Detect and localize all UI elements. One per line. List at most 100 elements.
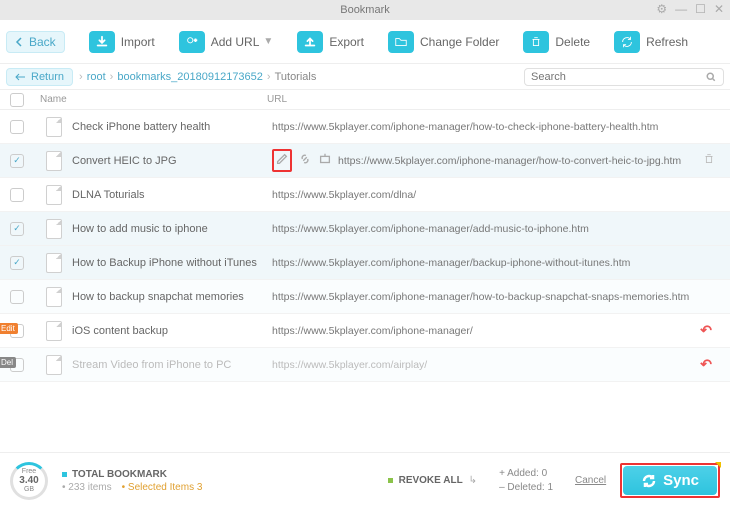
file-icon bbox=[46, 219, 62, 239]
minimize-icon[interactable]: — bbox=[675, 2, 687, 16]
maximize-icon[interactable]: ☐ bbox=[695, 2, 706, 16]
table-row[interactable]: Edit iOS content backup https://www.5kpl… bbox=[0, 314, 730, 348]
table-header: Name URL bbox=[0, 90, 730, 110]
row-name: Check iPhone battery health bbox=[72, 121, 272, 133]
add-url-label: Add URL bbox=[211, 35, 260, 49]
revoke-all-button[interactable]: REVOKE ALL ↳ bbox=[388, 475, 477, 486]
breadcrumb-current: Tutorials bbox=[275, 71, 317, 83]
table-row[interactable]: Check iPhone battery health https://www.… bbox=[0, 110, 730, 144]
row-badge: Edit bbox=[0, 323, 18, 334]
file-icon bbox=[46, 321, 62, 341]
row-checkbox[interactable] bbox=[10, 188, 24, 202]
folder-icon bbox=[388, 31, 414, 53]
row-checkbox[interactable] bbox=[10, 256, 24, 270]
sync-icon bbox=[641, 473, 657, 489]
breadcrumb-folder[interactable]: bookmarks_20180912173652 bbox=[117, 71, 263, 83]
table-row[interactable]: DLNA Toturials https://www.5kplayer.com/… bbox=[0, 178, 730, 212]
table-body: Check iPhone battery health https://www.… bbox=[0, 110, 730, 382]
row-name: iOS content backup bbox=[72, 325, 272, 337]
row-actions bbox=[272, 149, 332, 172]
export-icon bbox=[297, 31, 323, 53]
move-icon[interactable] bbox=[318, 152, 332, 169]
return-button[interactable]: Return bbox=[6, 68, 73, 86]
change-folder-label: Change Folder bbox=[420, 35, 499, 49]
row-name: Stream Video from iPhone to PC bbox=[72, 359, 272, 371]
table-row[interactable]: Del Stream Video from iPhone to PC https… bbox=[0, 348, 730, 382]
row-checkbox[interactable] bbox=[10, 222, 24, 236]
column-url[interactable]: URL bbox=[267, 94, 720, 105]
row-delete-icon[interactable] bbox=[702, 152, 716, 169]
free-label: Free bbox=[22, 468, 36, 475]
export-label: Export bbox=[329, 35, 364, 49]
search-box[interactable] bbox=[524, 68, 724, 86]
change-folder-button[interactable]: Change Folder bbox=[388, 31, 499, 53]
delete-button[interactable]: Delete bbox=[523, 31, 590, 53]
row-url: https://www.5kplayer.com/iphone-manager/… bbox=[338, 155, 720, 167]
edit-icon[interactable] bbox=[272, 149, 292, 172]
row-checkbox[interactable] bbox=[10, 154, 24, 168]
row-url: https://www.5kplayer.com/iphone-manager/… bbox=[272, 223, 720, 235]
row-url: https://www.5kplayer.com/airplay/ bbox=[272, 359, 720, 371]
row-checkbox[interactable] bbox=[10, 290, 24, 304]
column-name[interactable]: Name bbox=[32, 94, 267, 105]
row-name: How to backup snapchat memories bbox=[72, 291, 272, 303]
row-checkbox[interactable] bbox=[10, 120, 24, 134]
row-name: How to Backup iPhone without iTunes bbox=[72, 257, 272, 269]
storage-gauge: Free 3.40 GB bbox=[10, 462, 48, 500]
chevron-down-icon: ▼ bbox=[263, 36, 273, 47]
import-label: Import bbox=[121, 35, 155, 49]
row-url: https://www.5kplayer.com/iphone-manager/ bbox=[272, 325, 720, 337]
row-name: Convert HEIC to JPG bbox=[72, 155, 272, 167]
revoke-label: REVOKE ALL bbox=[399, 475, 463, 486]
refresh-button[interactable]: Refresh bbox=[614, 31, 688, 53]
sync-label: Sync bbox=[663, 472, 699, 489]
export-button[interactable]: Export bbox=[297, 31, 364, 53]
selected-count: Selected Items 3 bbox=[128, 482, 202, 493]
add-url-button[interactable]: Add URL ▼ bbox=[179, 31, 274, 53]
file-icon bbox=[46, 355, 62, 375]
total-block: TOTAL BOOKMARK • 233 items• Selected Ite… bbox=[62, 469, 202, 493]
change-stats: + Added: 0 – Deleted: 1 bbox=[499, 467, 553, 495]
settings-icon[interactable]: ⚙ bbox=[656, 2, 667, 16]
items-count: 233 items bbox=[68, 482, 111, 493]
link-icon[interactable] bbox=[298, 152, 312, 169]
deleted-count: 1 bbox=[547, 482, 553, 493]
row-name: How to add music to iphone bbox=[72, 223, 272, 235]
table-row[interactable]: How to Backup iPhone without iTunes http… bbox=[0, 246, 730, 280]
added-count: 0 bbox=[542, 468, 548, 479]
row-url: https://www.5kplayer.com/iphone-manager/… bbox=[272, 257, 720, 269]
window-title: Bookmark bbox=[340, 4, 390, 16]
undo-icon[interactable]: ↶ bbox=[700, 322, 712, 339]
footer: Free 3.40 GB TOTAL BOOKMARK • 233 items•… bbox=[0, 452, 730, 508]
breadcrumb: › root › bookmarks_20180912173652 › Tuto… bbox=[79, 71, 316, 83]
import-icon bbox=[89, 31, 115, 53]
total-label: TOTAL BOOKMARK bbox=[72, 469, 167, 480]
file-icon bbox=[46, 253, 62, 273]
refresh-icon bbox=[614, 31, 640, 53]
main-toolbar: Back Import Add URL ▼ Export Change Fold… bbox=[0, 20, 730, 64]
table-row[interactable]: How to add music to iphone https://www.5… bbox=[0, 212, 730, 246]
cancel-button[interactable]: Cancel bbox=[575, 475, 606, 486]
table-row[interactable]: Convert HEIC to JPG https://www.5kplayer… bbox=[0, 144, 730, 178]
return-label: Return bbox=[31, 71, 64, 83]
table-row[interactable]: How to backup snapchat memories https://… bbox=[0, 280, 730, 314]
add-url-icon bbox=[179, 31, 205, 53]
sync-button[interactable]: Sync bbox=[623, 466, 717, 495]
free-unit: GB bbox=[24, 486, 34, 493]
breadcrumb-bar: Return › root › bookmarks_20180912173652… bbox=[0, 64, 730, 90]
row-badge: Del bbox=[0, 357, 16, 368]
close-icon[interactable]: ✕ bbox=[714, 2, 724, 16]
undo-icon[interactable]: ↶ bbox=[700, 356, 712, 373]
search-input[interactable] bbox=[531, 71, 705, 83]
back-button[interactable]: Back bbox=[6, 31, 65, 53]
breadcrumb-root[interactable]: root bbox=[87, 71, 106, 83]
file-icon bbox=[46, 185, 62, 205]
row-url: https://www.5kplayer.com/iphone-manager/… bbox=[272, 291, 720, 303]
delete-label: Delete bbox=[555, 35, 590, 49]
return-icon bbox=[15, 72, 27, 82]
select-all-checkbox[interactable] bbox=[10, 93, 24, 107]
import-button[interactable]: Import bbox=[89, 31, 155, 53]
file-icon bbox=[46, 117, 62, 137]
row-url: https://www.5kplayer.com/dlna/ bbox=[272, 189, 720, 201]
revoke-icon: ↳ bbox=[469, 475, 477, 486]
